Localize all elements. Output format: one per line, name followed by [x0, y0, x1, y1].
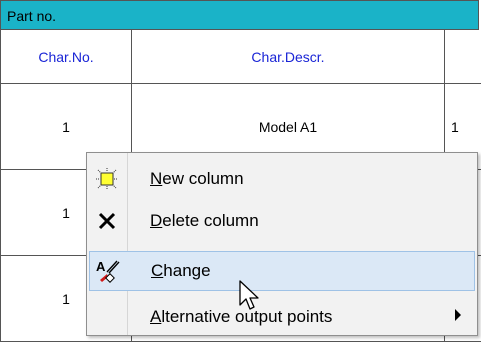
mouse-pointer-icon: [238, 280, 268, 316]
context-menu: New column Delete column A Change Altern…: [86, 152, 478, 336]
part-no-title: Part no.: [0, 0, 479, 30]
menu-item-new-column[interactable]: New column: [89, 159, 475, 199]
header-char-descr[interactable]: Char.Descr.: [132, 30, 445, 84]
delete-icon: [89, 203, 125, 239]
menu-item-label: Change: [151, 261, 211, 280]
header-extra[interactable]: [445, 30, 481, 84]
menu-item-icon-placeholder: [89, 299, 125, 335]
menu-item-change[interactable]: A Change: [89, 251, 475, 291]
menu-item-label: New column: [150, 169, 244, 188]
submenu-arrow-icon: [455, 309, 461, 321]
header-char-no[interactable]: Char.No.: [0, 30, 132, 84]
new-column-icon: [89, 161, 125, 197]
menu-item-delete-column[interactable]: Delete column: [89, 201, 475, 241]
change-icon: A: [90, 253, 126, 289]
menu-item-alternative-output-points[interactable]: Alternative output points: [89, 297, 475, 337]
menu-item-label: Delete column: [150, 211, 259, 230]
svg-text:A: A: [96, 259, 106, 274]
